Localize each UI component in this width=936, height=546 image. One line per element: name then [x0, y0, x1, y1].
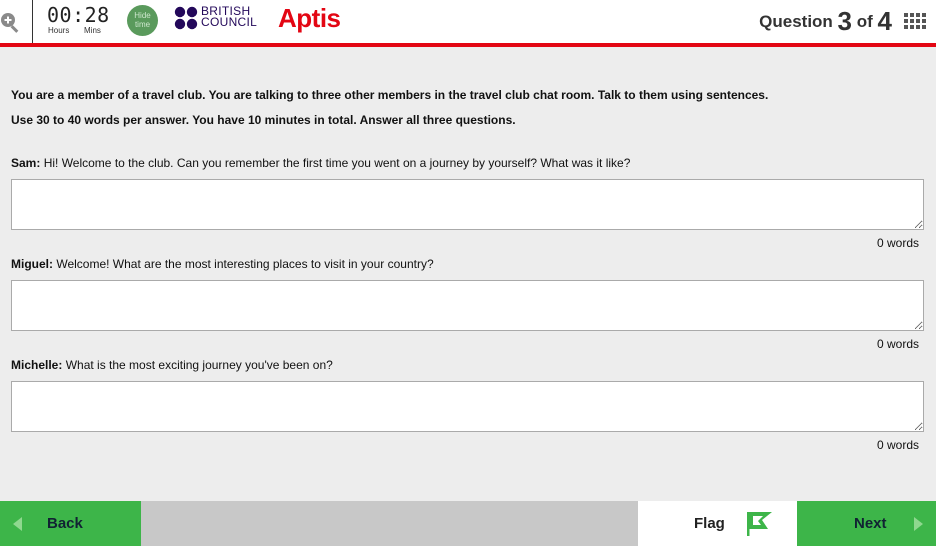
header-accent-line [0, 43, 936, 47]
chevron-right-icon [914, 517, 923, 531]
answer-field-2[interactable] [11, 280, 924, 331]
timer-mins-label: Mins [84, 26, 101, 35]
question-prompt-3: Michelle: What is the most exciting jour… [11, 358, 333, 372]
question-prompt-1: Sam: Hi! Welcome to the club. Can you re… [11, 156, 630, 170]
brand-line-2: COUNCIL [201, 15, 258, 29]
hide-time-button[interactable]: Hide time [127, 5, 158, 36]
question-total: 4 [877, 6, 892, 36]
speaker-name: Sam: [11, 156, 41, 170]
next-button-label: Next [854, 515, 887, 532]
next-button[interactable]: Next [797, 501, 936, 546]
back-button-label: Back [47, 515, 83, 532]
flag-button-label: Flag [694, 515, 725, 532]
word-count-1: 0 words [876, 236, 919, 250]
question-text: Welcome! What are the most interesting p… [56, 257, 434, 271]
answer-field-3[interactable] [11, 381, 924, 432]
top-bar: 00:28 Hours Mins Hide time BRITISH COUNC… [0, 0, 936, 44]
timer-hours-label: Hours [48, 26, 70, 35]
app-title: Aptis [278, 3, 341, 33]
brand-name: BRITISH COUNCIL [201, 5, 258, 29]
question-of: of [856, 12, 873, 31]
instruction-text-2: Use 30 to 40 words per answer. You have … [11, 113, 516, 127]
timer-display: 00:28 [47, 3, 110, 27]
question-text: What is the most exciting journey you've… [65, 358, 333, 372]
chevron-left-icon [13, 517, 22, 531]
zoom-in-icon[interactable] [0, 12, 22, 34]
back-button[interactable]: Back [0, 501, 141, 546]
question-counter: Question 3 of 4 [759, 6, 892, 37]
question-label: Question [759, 12, 833, 31]
speaker-name: Michelle: [11, 358, 63, 372]
flag-icon [747, 512, 772, 536]
question-current: 3 [837, 6, 853, 36]
flag-button[interactable]: Flag [638, 501, 797, 546]
word-count-3: 0 words [876, 438, 919, 452]
word-count-2: 0 words [876, 337, 919, 351]
question-prompt-2: Miguel: Welcome! What are the most inter… [11, 257, 434, 271]
answer-field-1[interactable] [11, 179, 924, 230]
instruction-text-1: You are a member of a travel club. You a… [11, 88, 769, 102]
grid-menu-icon[interactable] [904, 13, 926, 29]
british-council-logo-icon [174, 6, 198, 30]
question-text: Hi! Welcome to the club. Can you remembe… [43, 156, 631, 170]
header-divider [32, 0, 33, 44]
speaker-name: Miguel: [11, 257, 53, 271]
